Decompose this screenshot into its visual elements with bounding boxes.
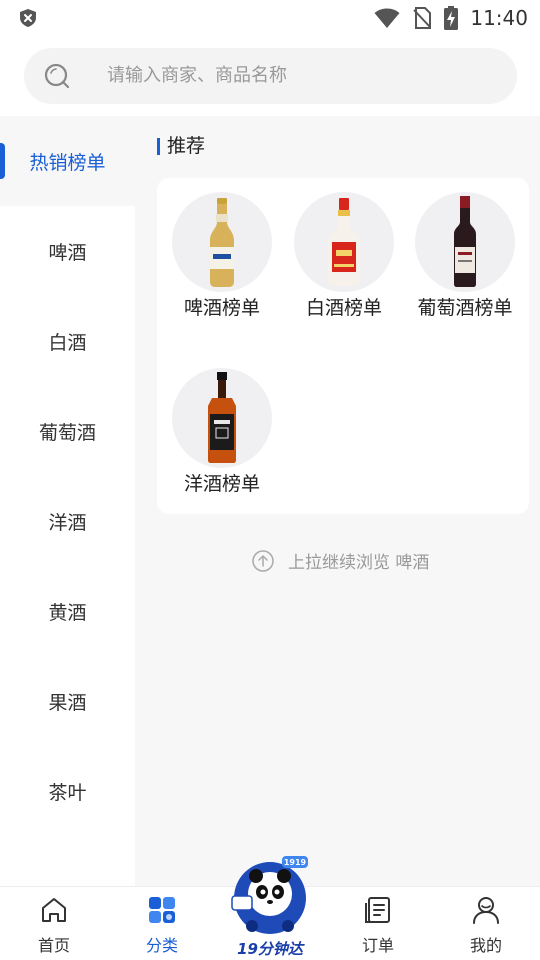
- profile-icon: [473, 897, 499, 924]
- wine-bottle-image: [415, 192, 515, 292]
- recommend-item-label: 白酒榜单: [305, 297, 382, 319]
- pull-up-text: 上拉继续浏览 啤酒: [288, 553, 430, 573]
- section-title-text: 推荐: [167, 135, 206, 157]
- section-title: 推荐: [157, 133, 205, 159]
- recommend-item-label: 啤酒榜单: [183, 297, 260, 319]
- sidebar-item-yellow-wine[interactable]: 黄酒: [0, 566, 135, 656]
- promo-label: 19分钟达: [237, 940, 303, 958]
- recommend-item-wine[interactable]: 葡萄酒榜单: [405, 192, 525, 321]
- search-placeholder: 请输入商家、商品名称: [107, 65, 287, 86]
- section-title-bar: [157, 137, 160, 155]
- shield-x-icon: [20, 9, 36, 27]
- sidebar-item-fruit-wine[interactable]: 果酒: [0, 656, 135, 746]
- tab-label: 分类: [145, 936, 178, 955]
- tab-label: 订单: [361, 936, 394, 955]
- sidebar-item-label: 洋酒: [48, 511, 87, 534]
- panda-mascot-icon: 1919: [231, 856, 308, 934]
- sidebar-item-label: 黄酒: [48, 601, 87, 624]
- whiskey-bottle-image: [172, 368, 272, 468]
- sidebar-item-hot-ranking[interactable]: 热销榜单: [0, 116, 135, 206]
- sidebar-item-beer[interactable]: 啤酒: [0, 206, 135, 296]
- sidebar-item-wine[interactable]: 葡萄酒: [0, 386, 135, 476]
- sidebar-active-indicator: [0, 143, 5, 179]
- search-input[interactable]: 请输入商家、商品名称: [24, 48, 517, 104]
- order-icon: [365, 897, 390, 923]
- arrow-up-circle-icon: [252, 549, 274, 572]
- sidebar-item-label: 热销榜单: [29, 151, 106, 174]
- no-sim-icon: [413, 7, 432, 29]
- sidebar-item-label: 果酒: [48, 691, 87, 714]
- sidebar-item-foreign-liquor[interactable]: 洋酒: [0, 476, 135, 566]
- wifi-icon: [374, 8, 400, 28]
- sidebar-item-label: 茶叶: [48, 781, 87, 804]
- recommend-item-label: 洋酒榜单: [183, 473, 260, 495]
- status-time: 11:40: [470, 6, 528, 30]
- tab-label: 我的: [469, 936, 502, 955]
- category-sidebar: 热销榜单 啤酒 白酒 葡萄酒 洋酒 黄酒 果酒 茶叶: [0, 116, 135, 886]
- tab-category[interactable]: 分类: [122, 887, 202, 960]
- recommend-item-beer[interactable]: 啤酒榜单: [162, 192, 282, 321]
- delivery-promo-button[interactable]: 1919 19分钟达: [226, 852, 314, 960]
- sidebar-item-baijiu[interactable]: 白酒: [0, 296, 135, 386]
- sidebar-item-tea[interactable]: 茶叶: [0, 746, 135, 836]
- tab-orders[interactable]: 订单: [338, 887, 418, 960]
- recommend-card: 啤酒榜单 白酒榜单 葡萄酒榜单 洋酒榜单: [157, 178, 529, 514]
- sidebar-item-label: 啤酒: [48, 241, 87, 264]
- recommend-item-baijiu[interactable]: 白酒榜单: [284, 192, 404, 321]
- recommend-item-label: 葡萄酒榜单: [417, 297, 513, 319]
- pull-up-hint: 上拉继续浏览 啤酒: [252, 548, 429, 573]
- tab-profile[interactable]: 我的: [446, 887, 526, 960]
- home-icon: [42, 898, 66, 922]
- sidebar-item-label: 葡萄酒: [38, 421, 96, 444]
- recommend-item-foreign-liquor[interactable]: 洋酒榜单: [162, 368, 282, 497]
- battery-charging-icon: [444, 6, 459, 30]
- search-icon: [44, 63, 70, 89]
- tab-label: 首页: [37, 936, 70, 955]
- beer-bottle-image: [172, 192, 272, 292]
- category-icon: [149, 897, 175, 923]
- status-bar: 11:40: [0, 0, 540, 36]
- sidebar-item-label: 白酒: [48, 331, 87, 354]
- promo-badge-text: 1919: [284, 858, 307, 867]
- baijiu-bottle-image: [294, 192, 394, 292]
- tab-home[interactable]: 首页: [14, 887, 94, 960]
